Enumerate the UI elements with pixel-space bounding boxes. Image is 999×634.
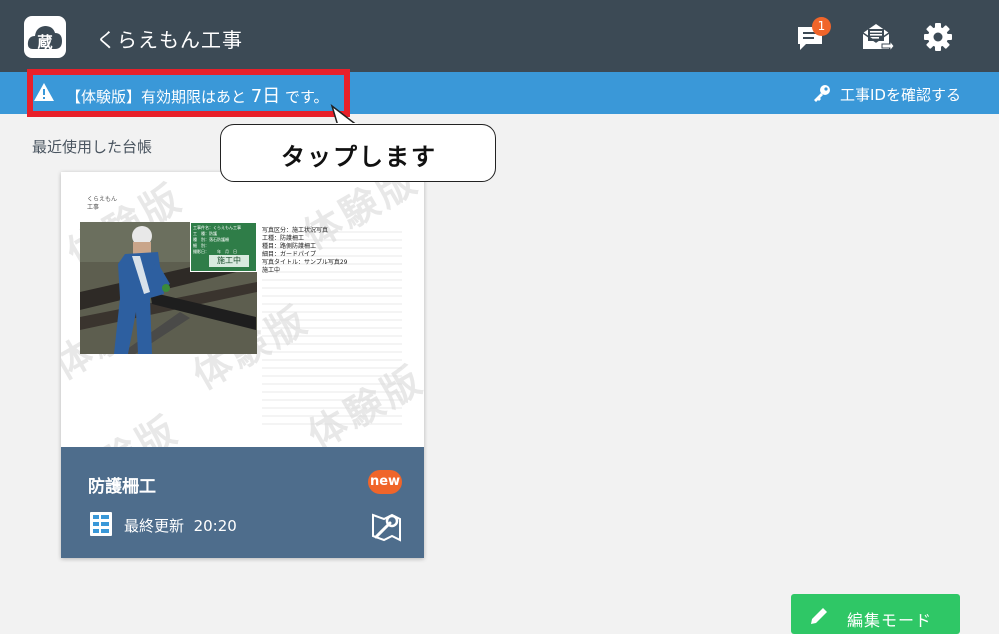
edit-mode-button[interactable]: 編集モード (791, 594, 960, 634)
card-footer: 防護柵工 new 最終更新 20:20 (61, 447, 424, 558)
board-main-label: 施工中 (209, 255, 249, 267)
mail-share-icon[interactable] (860, 20, 894, 54)
tap-instruction-callout: タップします (220, 124, 496, 182)
ledger-icon (90, 512, 112, 536)
ledger-title: 防護柵工 (88, 477, 156, 497)
edit-ledger-tool-icon[interactable] (370, 511, 402, 543)
info-line: 施工中 (262, 267, 281, 274)
last-updated-label: 最終更新 (124, 517, 185, 535)
gear-icon[interactable] (921, 20, 955, 54)
ledger-card[interactable]: 体験版 体験版 体験版 体験版 体験版 体験版 くらえもん 工事 (61, 172, 424, 558)
photo-blackboard: 工事件名：くらえもん工事 工 種：防護 種 別：落石防護柵 細 別： 撮影日： … (190, 222, 257, 272)
app-title: くらえもん工事 (96, 28, 243, 52)
ledger-preview: 体験版 体験版 体験版 体験版 体験版 体験版 くらえもん 工事 (61, 172, 424, 447)
recent-ledgers-label: 最近使用した台帳 (32, 138, 153, 156)
preview-sub: 工事 (87, 204, 100, 211)
pencil-icon (811, 608, 827, 624)
new-badge: new (368, 470, 402, 494)
key-icon[interactable] (812, 83, 832, 103)
trial-highlight-box[interactable] (27, 69, 350, 117)
edit-mode-label: 編集モード (847, 611, 933, 630)
last-updated: 最終更新 20:20 (124, 515, 237, 536)
last-updated-time: 20:20 (193, 517, 237, 535)
app-logo-icon[interactable]: 蔵 (24, 16, 66, 58)
tap-instruction-text: タップします (281, 143, 437, 171)
site-photo: 工事件名：くらえもん工事 工 種：防護 種 別：落石防護柵 細 別： 撮影日： … (80, 222, 257, 354)
watermark: 体験版 (61, 399, 188, 447)
logo-text: 蔵 (37, 33, 52, 51)
confirm-construction-id-link[interactable]: 工事IDを確認する (840, 84, 961, 105)
notification-badge: 1 (812, 17, 831, 36)
